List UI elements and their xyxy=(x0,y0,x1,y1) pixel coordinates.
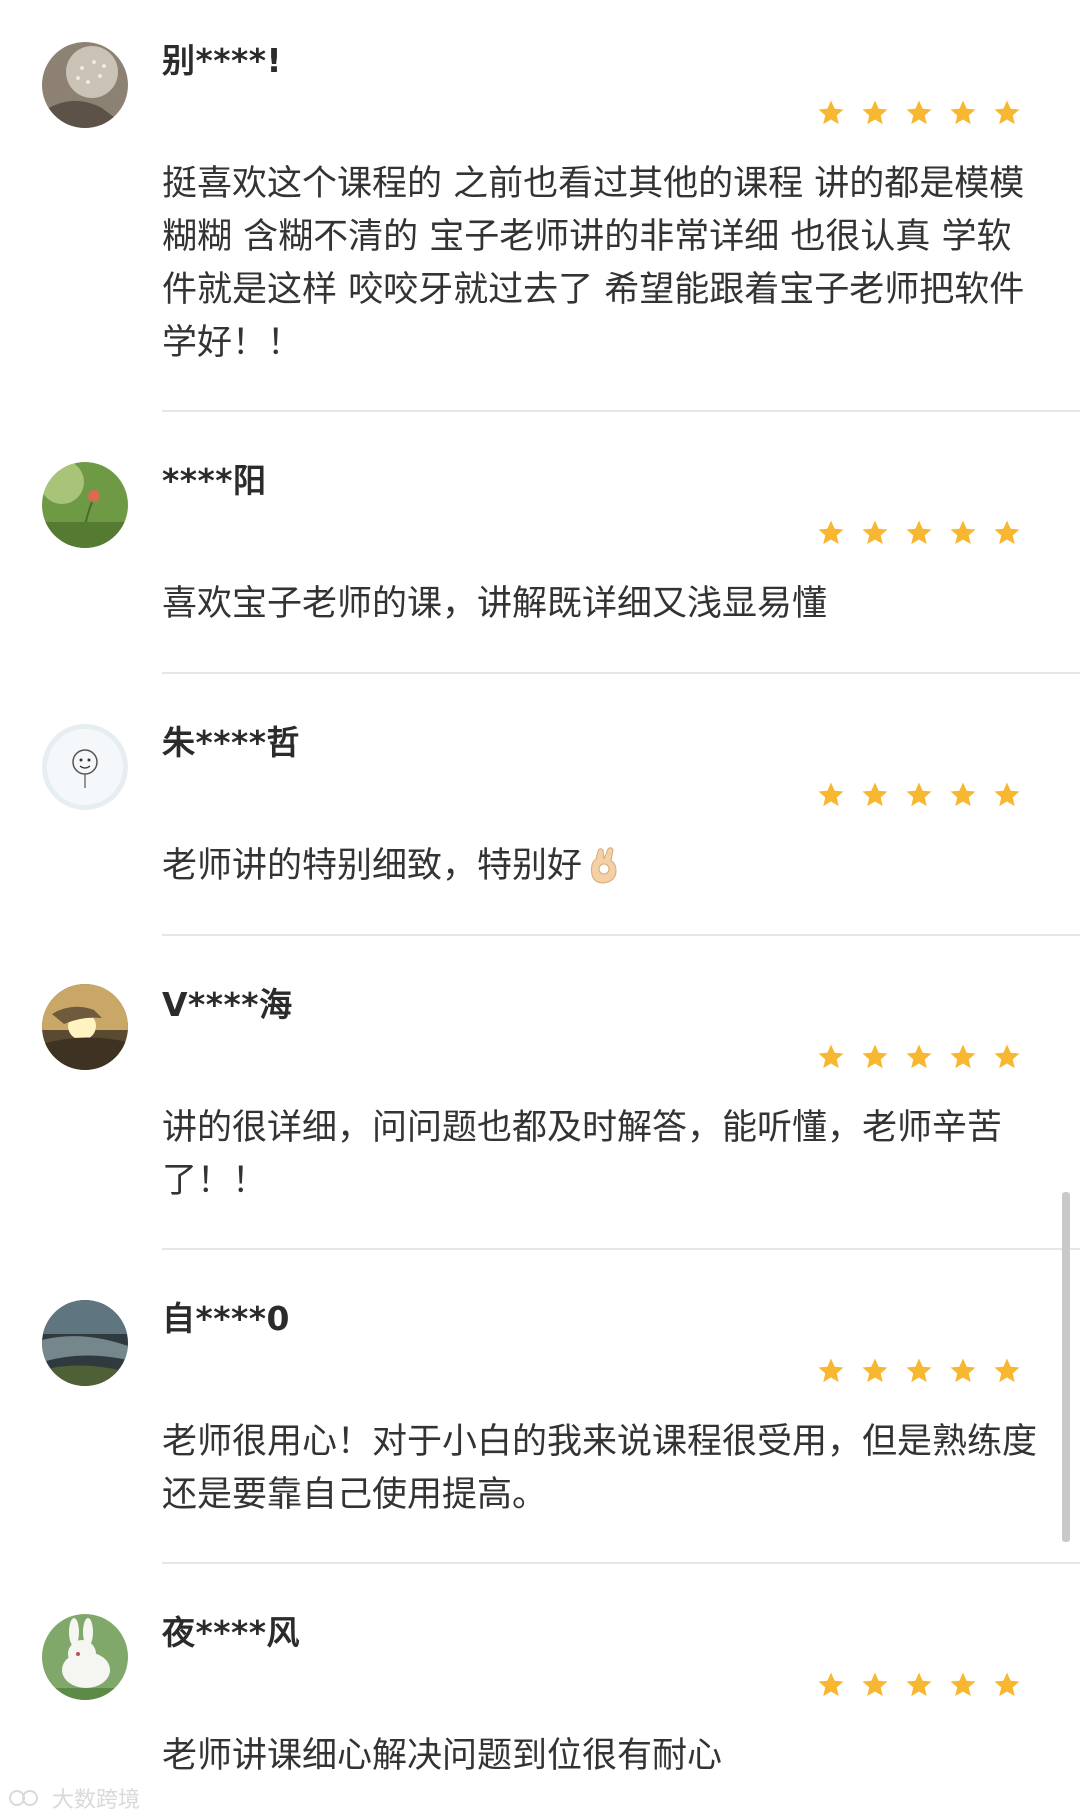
username: ****阳 xyxy=(162,461,267,500)
star-icon xyxy=(818,520,844,545)
star-icon xyxy=(950,1358,976,1383)
star-icon xyxy=(994,1358,1020,1383)
avatar[interactable] xyxy=(42,1614,128,1700)
star-icon xyxy=(994,100,1020,125)
username: 别****! xyxy=(162,41,283,80)
star-icon xyxy=(950,100,976,125)
star-icon xyxy=(862,100,888,125)
review-comment: 老师讲的特别细致，特别好 xyxy=(162,840,1042,893)
star-icon xyxy=(950,1672,976,1697)
review-comment: 挺喜欢这个课程的 之前也看过其他的课程 讲的都是模模糊糊 含糊不清的 宝子老师讲… xyxy=(162,164,1025,363)
rating-stars xyxy=(816,1356,1022,1386)
review-comment: 喜欢宝子老师的课，讲解既详细又浅显易懂 xyxy=(162,584,828,624)
username: 朱****哲 xyxy=(162,723,301,762)
divider xyxy=(162,1562,1080,1564)
star-icon xyxy=(862,1672,888,1697)
star-icon xyxy=(906,1672,932,1697)
avatar[interactable] xyxy=(42,724,128,810)
ok-hand-icon xyxy=(591,847,617,884)
star-icon xyxy=(906,1358,932,1383)
avatar[interactable] xyxy=(42,42,128,128)
star-icon xyxy=(950,520,976,545)
star-icon xyxy=(818,100,844,125)
watermark-logo-icon xyxy=(9,1790,38,1806)
comment-text: 老师讲的特别细致，特别好 xyxy=(162,846,583,886)
watermark-text: 大数跨境 xyxy=(52,1788,141,1813)
star-icon xyxy=(818,782,844,807)
star-icon xyxy=(818,1672,844,1697)
scrollbar[interactable] xyxy=(1062,1192,1070,1542)
divider xyxy=(162,934,1080,936)
star-icon xyxy=(862,520,888,545)
star-icon xyxy=(994,520,1020,545)
rating-stars xyxy=(816,780,1022,810)
review-comment: 老师很用心！对于小白的我来说课程很受用，但是熟练度还是要靠自己使用提高。 xyxy=(162,1422,1038,1515)
star-icon xyxy=(862,782,888,807)
username: 夜****风 xyxy=(162,1613,301,1652)
star-icon xyxy=(906,782,932,807)
star-icon xyxy=(906,100,932,125)
avatar[interactable] xyxy=(42,462,128,548)
star-icon xyxy=(950,782,976,807)
rating-stars xyxy=(816,1042,1022,1072)
star-icon xyxy=(818,1358,844,1383)
divider xyxy=(162,1248,1080,1250)
star-icon xyxy=(862,1358,888,1383)
rating-stars xyxy=(816,98,1022,128)
avatar[interactable] xyxy=(42,1300,128,1386)
review-comment: 老师讲课细心解决问题到位很有耐心 xyxy=(162,1736,723,1776)
username: V****海 xyxy=(162,985,293,1024)
avatar[interactable] xyxy=(42,984,128,1070)
rating-stars xyxy=(816,518,1022,548)
divider xyxy=(162,672,1080,674)
star-icon xyxy=(994,1672,1020,1697)
star-icon xyxy=(994,1044,1020,1069)
star-icon xyxy=(818,1044,844,1069)
star-icon xyxy=(906,1044,932,1069)
watermark: 大数跨境 xyxy=(8,1782,140,1814)
divider xyxy=(162,410,1080,412)
star-icon xyxy=(862,1044,888,1069)
star-icon xyxy=(906,520,932,545)
rating-stars xyxy=(816,1670,1022,1700)
star-icon xyxy=(950,1044,976,1069)
star-icon xyxy=(994,782,1020,807)
username: 自****0 xyxy=(162,1299,290,1338)
review-comment: 讲的很详细，问问题也都及时解答，能听懂，老师辛苦了！！ xyxy=(162,1108,1003,1201)
